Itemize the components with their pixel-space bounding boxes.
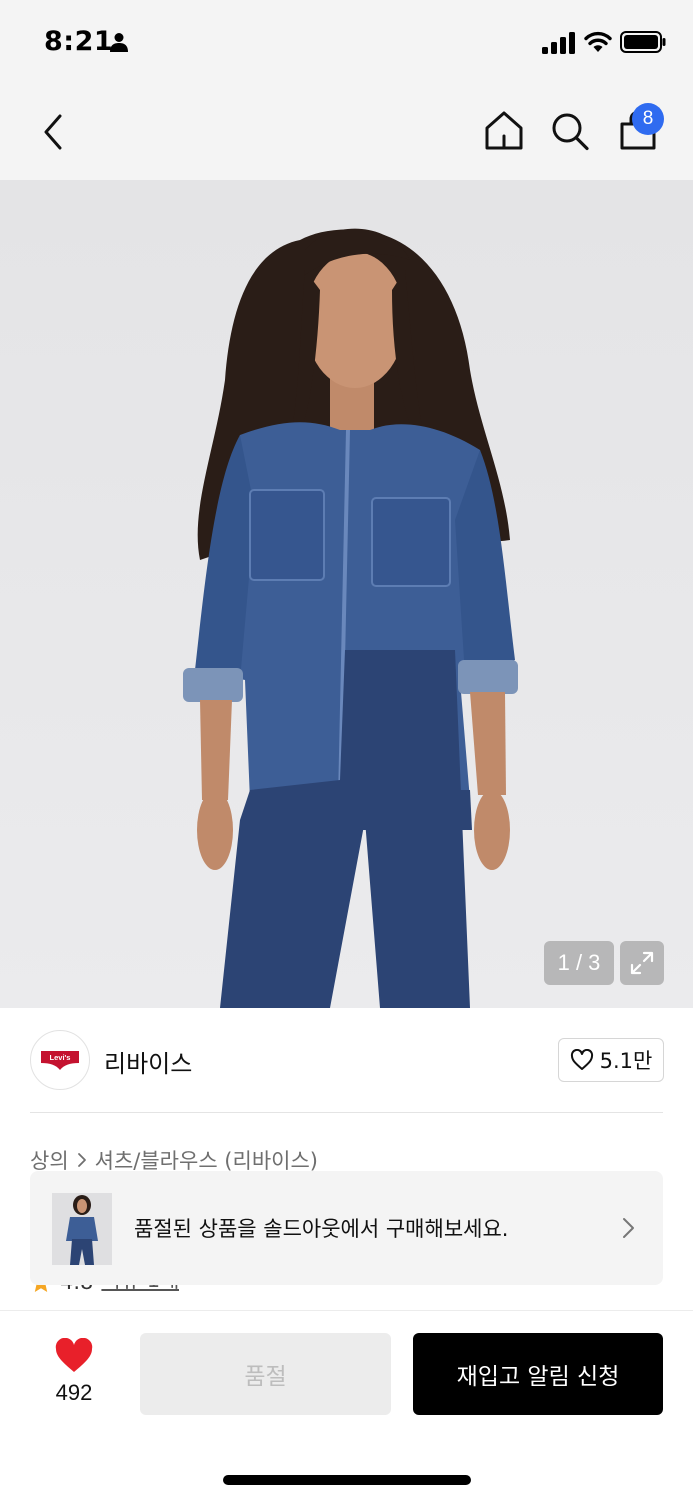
soldout-banner[interactable]: 품절된 상품을 솔드아웃에서 구매해보세요. <box>30 1171 663 1285</box>
signal-icon <box>542 32 575 54</box>
home-icon[interactable] <box>482 108 526 154</box>
status-time: 8:21 <box>44 26 114 57</box>
divider <box>30 1112 663 1113</box>
soldout-button[interactable]: 품절 <box>140 1333 391 1415</box>
person-icon <box>110 33 128 52</box>
search-icon[interactable] <box>548 108 592 154</box>
wifi-icon <box>584 31 612 52</box>
brand-logo-text: Levi's <box>50 1053 71 1062</box>
soldout-banner-text: 품절된 상품을 솔드아웃에서 구매해보세요. <box>134 1217 509 1241</box>
chevron-right-icon <box>623 1218 634 1238</box>
status-bar: 8:21 <box>0 0 693 88</box>
heart-filled-icon[interactable] <box>54 1338 94 1374</box>
product-photo <box>183 228 518 1008</box>
back-icon[interactable] <box>34 110 74 154</box>
banner-thumbnail <box>52 1193 112 1265</box>
nav-bar <box>0 88 693 180</box>
restock-alert-button[interactable]: 재입고 알림 신청 <box>413 1333 663 1415</box>
brand-follow-button[interactable]: 5.1만 <box>558 1038 664 1082</box>
image-counter: 1 / 3 <box>544 941 614 985</box>
chevron-right-icon <box>77 1153 86 1167</box>
home-indicator <box>223 1475 471 1485</box>
cart-count-badge: 8 <box>632 103 664 135</box>
brand-logo[interactable]: Levi's <box>30 1030 90 1090</box>
heart-outline-icon <box>570 1049 593 1070</box>
product-image[interactable] <box>0 180 693 1008</box>
brand-name[interactable]: 리바이스 <box>104 1044 192 1079</box>
follow-count: 5.1만 <box>599 1049 653 1073</box>
like-count: 492 <box>55 1380 93 1405</box>
battery-icon <box>620 31 666 53</box>
expand-icon[interactable] <box>620 941 664 985</box>
